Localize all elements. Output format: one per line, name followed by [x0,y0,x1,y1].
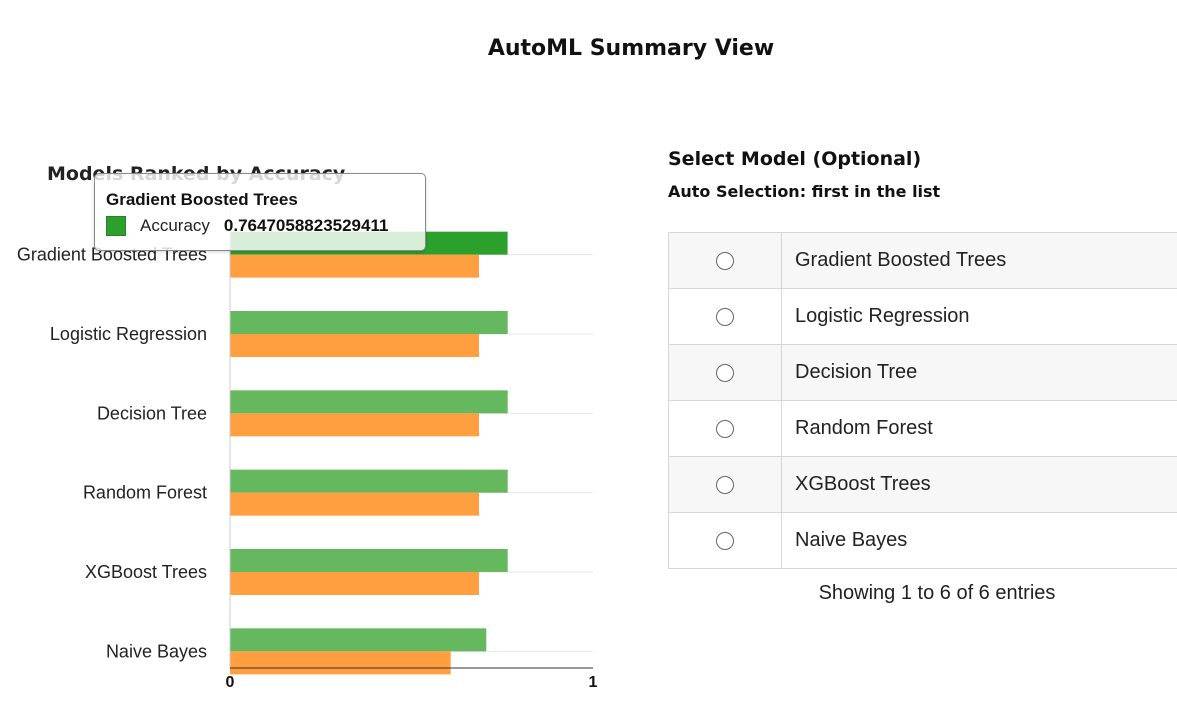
model-name: Logistic Regression [781,288,1177,345]
model-radio[interactable] [716,475,734,494]
radio-cell [668,288,782,345]
bar [230,549,508,572]
model-selector: Select Model (Optional) Auto Selection: … [668,148,1177,604]
x-tick-label: 0 [226,674,235,691]
bar [230,334,480,357]
category-label: Random Forest [83,483,207,503]
table-row[interactable]: Naive Bayes [668,512,1177,569]
tooltip-swatch [106,216,126,236]
table-row[interactable]: Logistic Regression [668,288,1177,345]
accuracy-chart: Models Ranked by AccuracyGradient Booste… [0,140,640,700]
radio-cell [668,512,782,569]
radio-cell [668,232,782,289]
bar [230,390,508,414]
chart-tooltip: Gradient Boosted Trees Accuracy 0.764705… [94,173,426,251]
radio-cell [668,400,782,457]
table-row[interactable]: Gradient Boosted Trees [668,232,1177,289]
bar [230,413,480,437]
model-radio[interactable] [716,363,734,382]
bar [230,254,480,278]
page-title: AutoML Summary View [487,36,775,61]
select-model-title: Select Model (Optional) [668,148,922,170]
tooltip-row: Accuracy 0.7647058823529411 [106,216,425,236]
models-table: Gradient Boosted Trees Logistic Regressio… [668,232,1177,569]
category-label: Logistic Regression [50,324,207,344]
category-label: Decision Tree [97,403,207,423]
model-radio[interactable] [716,307,734,326]
model-radio[interactable] [716,419,734,438]
model-name: Decision Tree [781,344,1177,401]
model-name: Gradient Boosted Trees [781,232,1177,289]
bar [230,311,508,334]
bar [230,651,451,675]
auto-selection-note: Auto Selection: first in the list [668,182,941,201]
model-name: XGBoost Trees [781,456,1177,513]
x-tick-label: 1 [589,674,598,691]
tooltip-series-name: Accuracy [140,216,210,235]
bar [230,469,508,493]
radio-cell [668,344,782,401]
radio-cell [668,456,782,513]
model-radio[interactable] [716,531,734,550]
table-info: Showing 1 to 6 of 6 entries [818,582,1056,604]
bar [230,572,480,595]
table-row[interactable]: Random Forest [668,400,1177,457]
tooltip-title: Gradient Boosted Trees [106,190,298,209]
table-row[interactable]: XGBoost Trees [668,456,1177,513]
bar [230,628,487,652]
category-label: XGBoost Trees [85,562,207,582]
model-name: Naive Bayes [781,512,1177,569]
category-label: Naive Bayes [106,641,207,661]
tooltip-value: 0.7647058823529411 [223,216,389,235]
model-radio[interactable] [716,251,734,270]
bar [230,492,480,516]
table-row[interactable]: Decision Tree [668,344,1177,401]
model-name: Random Forest [781,400,1177,457]
